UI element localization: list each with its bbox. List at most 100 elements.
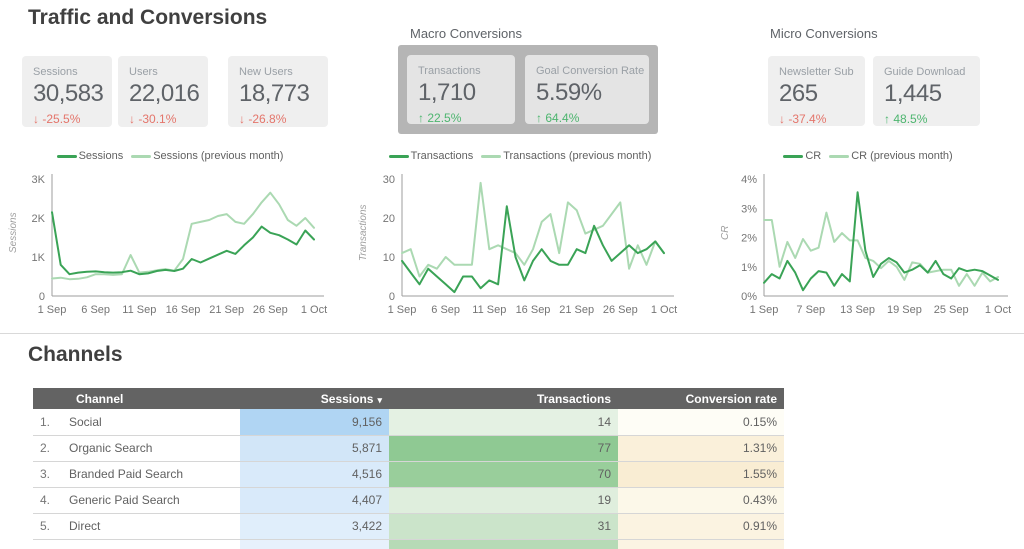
sessions-cell: 4,407: [240, 487, 389, 514]
line-chart-canvas: 0 1K 2K 3K 1 Sep 6 Sep 11 Sep 16 Sep 21 Sep 26 Se…: [32, 174, 327, 316]
legend-label: Sessions (previous month): [153, 150, 284, 162]
legend-label: Sessions: [78, 150, 124, 162]
svg-text:1%: 1%: [741, 262, 757, 274]
series-swatch: [783, 154, 804, 158]
down-arrow-icon: ↓: [779, 112, 785, 126]
scorecard-newsletter-sub: Newsletter Sub 265 ↓ -37.4%: [768, 56, 865, 126]
table-header-row: Channel Sessions ▾ Transactions Conversio…: [33, 388, 784, 409]
line-chart-canvas: 0 10 20 30 1 Sep 6 Sep 11 Sep 16 Sep 21 Sep 26 Se…: [383, 174, 677, 316]
down-arrow-icon: ↓: [239, 112, 245, 126]
row-number: 1.: [40, 414, 51, 429]
svg-text:1 Sep: 1 Sep: [388, 304, 417, 316]
svg-text:11 Sep: 11 Sep: [472, 304, 506, 316]
conversion-rate-cell: 1.55%: [618, 461, 784, 488]
transactions-cell: 31: [389, 513, 618, 540]
legend-label: Transactions (previous month): [503, 150, 652, 162]
table-row: 3. Branded Paid Search 4,516 70 1.55%: [33, 461, 784, 488]
conversion-rate-cell: 0.43%: [618, 487, 784, 514]
down-arrow-icon: ↓: [33, 112, 39, 126]
table-row-truncated: [33, 539, 784, 549]
scorecard-label: Newsletter Sub: [779, 66, 854, 78]
svg-text:26 Sep: 26 Sep: [603, 304, 638, 316]
sessions-cell: [240, 539, 389, 549]
sessions-chart: Sessions Sessions (previous month) Sessi…: [0, 148, 340, 320]
svg-text:11 Sep: 11 Sep: [122, 304, 156, 316]
svg-text:7 Sep: 7 Sep: [796, 304, 825, 316]
svg-text:10: 10: [383, 252, 395, 264]
svg-text:16 Sep: 16 Sep: [166, 304, 201, 316]
scorecard-value: 1,445: [884, 80, 942, 107]
channel-name: Social: [69, 414, 102, 429]
up-arrow-icon: ↑: [884, 112, 890, 126]
up-arrow-icon: ↑: [536, 111, 542, 125]
scorecard-label: Users: [129, 66, 158, 78]
svg-text:30: 30: [383, 174, 395, 186]
scorecard-delta: ↓ -30.1%: [129, 112, 177, 126]
up-arrow-icon: ↑: [418, 111, 424, 125]
chart-legend: CR CR (previous month): [712, 148, 1024, 164]
transactions-chart: Transactions Transactions (previous mont…: [350, 148, 690, 320]
channel-name: Generic Paid Search: [69, 493, 180, 507]
row-number: 4.: [40, 493, 51, 507]
column-header-conversion-rate[interactable]: Conversion rate: [618, 388, 784, 409]
page-title: Traffic and Conversions: [28, 6, 268, 29]
channels-table: Channel Sessions ▾ Transactions Conversio…: [33, 388, 784, 549]
transactions-cell: 19: [389, 487, 618, 514]
column-header-sessions[interactable]: Sessions ▾: [240, 388, 389, 409]
column-header-channel[interactable]: Channel: [33, 388, 240, 409]
svg-text:25 Sep: 25 Sep: [934, 304, 969, 316]
table-row: 2. Organic Search 5,871 77 1.31%: [33, 435, 784, 462]
section-divider: [0, 333, 1024, 334]
dashboard-page: Traffic and Conversions Sessions 30,583 …: [0, 0, 1024, 549]
svg-text:1 Sep: 1 Sep: [38, 304, 67, 316]
chart-legend: Transactions Transactions (previous mont…: [350, 148, 690, 164]
table-row: 4. Generic Paid Search 4,407 19 0.43%: [33, 487, 784, 514]
column-header-transactions[interactable]: Transactions: [389, 388, 618, 409]
scorecard-delta: ↑ 22.5%: [418, 111, 462, 125]
series-swatch: [131, 154, 152, 158]
svg-text:3%: 3%: [741, 203, 757, 215]
table-row: 1. Social 9,156 14 0.15%: [33, 409, 784, 436]
svg-text:0%: 0%: [741, 291, 757, 303]
sessions-cell: 3,422: [240, 513, 389, 540]
conversion-rate-cell: 0.91%: [618, 513, 784, 540]
svg-text:16 Sep: 16 Sep: [516, 304, 551, 316]
svg-text:19 Sep: 19 Sep: [887, 304, 922, 316]
scorecard-value: 18,773: [239, 80, 310, 107]
scorecard-users: Users 22,016 ↓ -30.1%: [118, 56, 208, 127]
svg-text:1 Oct: 1 Oct: [651, 304, 677, 316]
legend-label: Transactions: [410, 150, 474, 162]
down-arrow-icon: ↓: [129, 112, 135, 126]
macro-conversions-group: Transactions 1,710 ↑ 22.5% Goal Conversi…: [398, 45, 658, 134]
sessions-cell: 5,871: [240, 435, 389, 462]
series-swatch: [481, 154, 502, 158]
svg-text:6 Sep: 6 Sep: [81, 304, 110, 316]
scorecard-value: 22,016: [129, 80, 200, 107]
series-swatch: [388, 154, 409, 158]
transactions-cell: [389, 539, 618, 549]
scorecard-delta: ↑ 64.4%: [536, 111, 580, 125]
scorecard-label: Sessions: [33, 66, 78, 78]
transactions-cell: 70: [389, 461, 618, 488]
channels-section-title: Channels: [28, 343, 123, 366]
scorecard-new-users: New Users 18,773 ↓ -26.8%: [228, 56, 328, 127]
channel-name: Branded Paid Search: [69, 467, 184, 481]
row-number: 5.: [40, 519, 51, 533]
scorecard-transactions: Transactions 1,710 ↑ 22.5%: [407, 55, 515, 125]
scorecard-value: 5.59%: [536, 79, 602, 106]
transactions-cell: 14: [389, 409, 618, 436]
scorecard-delta: ↓ -26.8%: [239, 112, 287, 126]
sessions-cell: 4,516: [240, 461, 389, 488]
svg-text:0: 0: [389, 291, 395, 303]
svg-text:6 Sep: 6 Sep: [431, 304, 460, 316]
micro-conversions-title: Micro Conversions: [770, 26, 878, 41]
sort-descending-icon: ▾: [377, 394, 382, 405]
svg-text:1K: 1K: [32, 252, 46, 264]
conversion-rate-cell: 0.15%: [618, 409, 784, 436]
scorecard-label: Transactions: [418, 65, 481, 77]
svg-text:1 Oct: 1 Oct: [985, 304, 1011, 316]
channel-name: Organic Search: [69, 441, 153, 455]
scorecard-value: 265: [779, 80, 818, 107]
scorecard-value: 30,583: [33, 80, 104, 107]
svg-text:3K: 3K: [32, 174, 46, 186]
